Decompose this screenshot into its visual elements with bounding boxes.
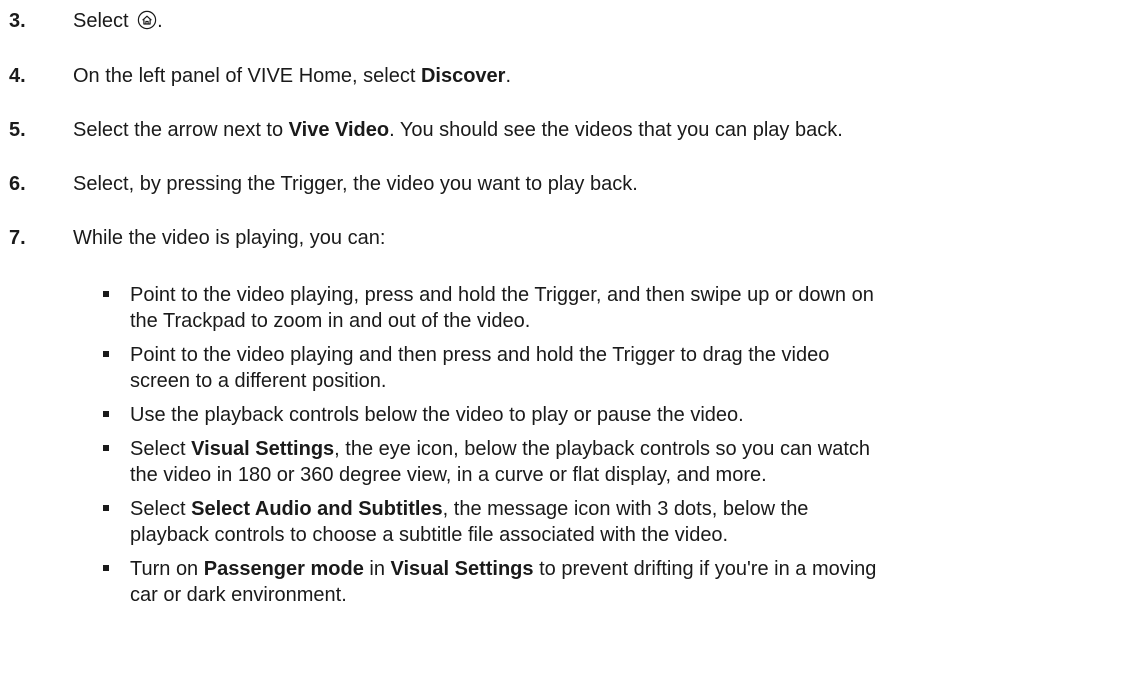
step-text-suffix: . (505, 65, 512, 87)
bullet-text-mid: in (363, 558, 391, 580)
bullet-text-post: , the message icon with 3 dots, below th… (442, 498, 809, 520)
step-text-prefix: Select the arrow next to (73, 119, 289, 141)
bullet-text-post: , the eye icon, below the playback contr… (334, 438, 871, 460)
step-text-prefix: Select (73, 10, 135, 32)
step-text: Select the arrow next to Vive Video. You… (73, 117, 843, 143)
bullet-line-1: Select Select Audio and Subtitles, the m… (130, 496, 1135, 522)
bullet-square-icon (103, 411, 109, 417)
bullet-text: Select Visual Settings, the eye icon, be… (130, 436, 1135, 488)
bullet-text: Point to the video playing and then pres… (130, 342, 1135, 394)
bullet-text-pre: Turn on (130, 558, 204, 580)
bullet-line-1: Point to the video playing and then pres… (130, 344, 830, 366)
bullet-text: Turn on Passenger mode in Visual Setting… (130, 556, 1135, 608)
bullet-line-2: screen to a different position. (130, 370, 387, 392)
bullet-line-1: Turn on Passenger mode in Visual Setting… (130, 556, 1135, 582)
bullet-line-2: the video in 180 or 360 degree view, in … (130, 464, 767, 486)
step-number: 7. (9, 227, 26, 249)
step-number: 6. (9, 173, 26, 195)
bullet-line-1: Use the playback controls below the vide… (130, 404, 744, 426)
instruction-document: 3. Select . 4. On the left panel of VIVE… (0, 0, 1141, 698)
step-number: 3. (9, 10, 26, 32)
bullet-square-icon (103, 351, 109, 357)
step-number: 5. (9, 119, 26, 141)
bullet-text-pre: Select (130, 438, 192, 460)
bullet-text-pre: Select (130, 498, 192, 520)
ui-term-visual-settings: Visual Settings (390, 558, 534, 580)
step-text-prefix: On the left panel of VIVE Home, select (73, 65, 421, 87)
step-number: 4. (9, 65, 26, 87)
step-text-suffix: . You should see the videos that you can… (389, 119, 843, 141)
bullet-line-2: car or dark environment. (130, 584, 347, 606)
bullet-line-2: playback controls to choose a subtitle f… (130, 524, 729, 546)
bullet-text: Use the playback controls below the vide… (130, 402, 1135, 428)
bullet-text: Select Select Audio and Subtitles, the m… (130, 496, 1135, 548)
bullet-square-icon (103, 291, 109, 297)
ui-term-visual-settings: Visual Settings (191, 438, 335, 460)
step-text: On the left panel of VIVE Home, select D… (73, 63, 511, 89)
bullet-square-icon (103, 445, 109, 451)
ui-term-passenger-mode: Passenger mode (203, 558, 364, 580)
ui-term-discover: Discover (420, 65, 506, 87)
step-text-suffix: . (157, 10, 163, 32)
bullet-line-1: Select Visual Settings, the eye icon, be… (130, 436, 1135, 462)
step-text: Select . (73, 8, 163, 34)
bullet-line-2: the Trackpad to zoom in and out of the v… (130, 310, 531, 332)
step-text: While the video is playing, you can: (73, 227, 386, 249)
bullet-text: Point to the video playing, press and ho… (130, 282, 1135, 334)
bullet-text-post: to prevent drifting if you're in a movin… (533, 558, 877, 580)
step-text: Select, by pressing the Trigger, the vid… (73, 173, 638, 195)
bullet-square-icon (103, 565, 109, 571)
ui-term-vive-video: Vive Video (288, 119, 390, 141)
bullet-square-icon (103, 505, 109, 511)
home-icon (137, 10, 157, 30)
bullet-line-1: Point to the video playing, press and ho… (130, 284, 874, 306)
ui-term-select-audio-and-subtitles: Select Audio and Subtitles (191, 498, 443, 520)
